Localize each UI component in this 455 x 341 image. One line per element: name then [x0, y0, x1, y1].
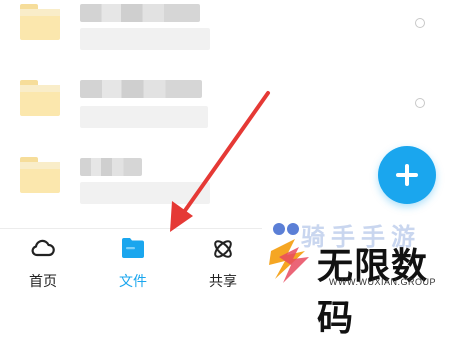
watermark: 骑手手游 无限数码 WWW.WUXIAN.GROUP: [265, 215, 455, 338]
watermark-url: WWW.WUXIAN.GROUP: [329, 277, 436, 287]
watermark-main-text: 无限数码: [317, 245, 429, 338]
